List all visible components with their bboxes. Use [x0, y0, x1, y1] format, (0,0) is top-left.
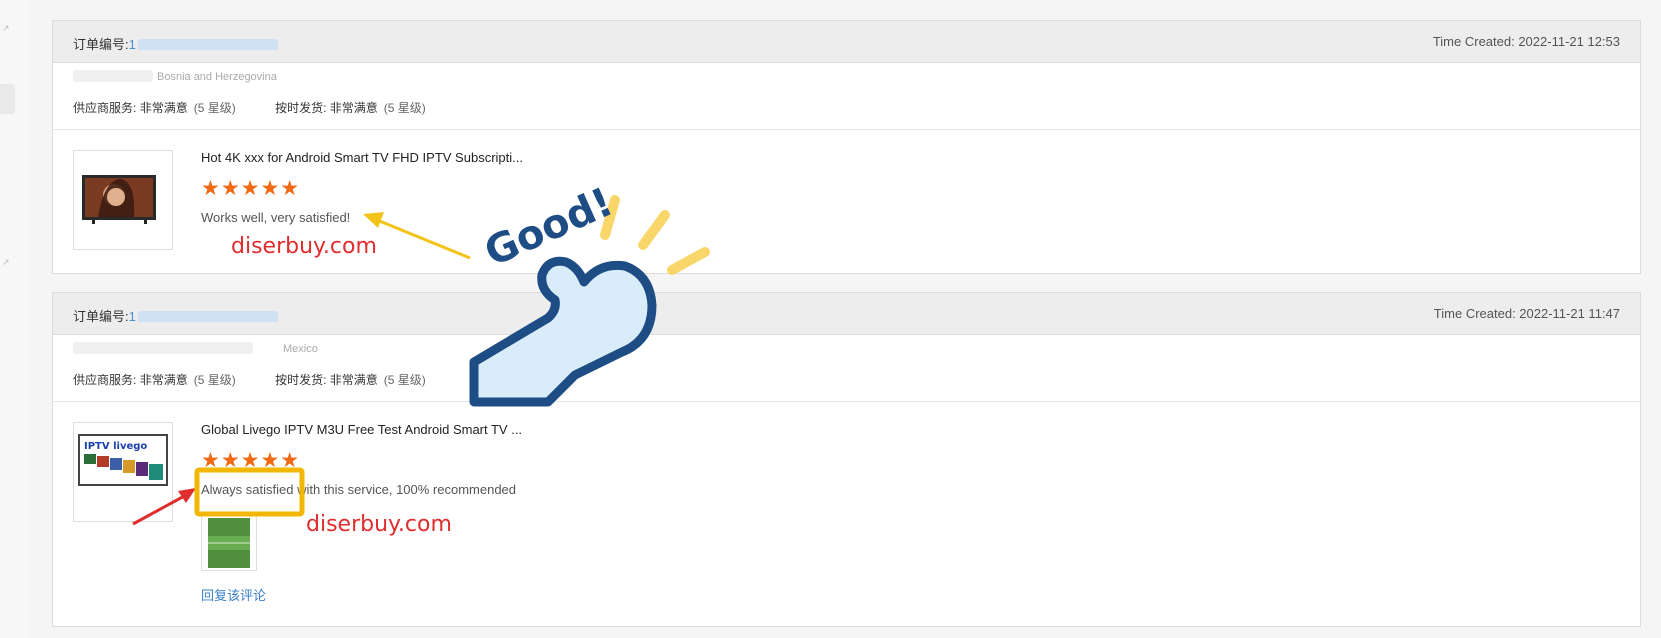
seller-ratings: 供应商服务: 非常满意 (5 星级) 按时发货: 非常满意 (5 星级) — [73, 99, 426, 116]
buyer-feedback-section: Bosnia and Herzegovina 供应商服务: 非常满意 (5 星级)… — [53, 63, 1640, 130]
supplier-service-stars: (5 星级) — [193, 101, 236, 115]
watermark: diserbuy.com — [306, 512, 452, 537]
thumb-brand-text: IPTV livego — [84, 441, 147, 452]
order-header: 订单编号:1 Time Created: 2022-11-21 11:47 — [53, 293, 1640, 335]
left-sidebar-strip: ↗ ↗ — [0, 0, 28, 638]
watermark: diserbuy.com — [231, 234, 377, 259]
product-thumbnail[interactable]: IPTV livego — [73, 422, 173, 522]
review-photo[interactable] — [201, 515, 257, 571]
on-time-value: 非常满意 — [329, 101, 378, 115]
order-number: 订单编号:1 — [73, 34, 278, 53]
order-number-redacted — [137, 39, 278, 50]
rating-stars: ★★★★★ — [201, 177, 301, 200]
product-title[interactable]: Global Livego IPTV M3U Free Test Android… — [201, 422, 522, 437]
buyer-name-redacted — [73, 70, 153, 82]
on-time-stars: (5 星级) — [383, 101, 426, 115]
tv-image — [82, 175, 156, 224]
on-time-stars: (5 星级) — [383, 373, 426, 387]
buyer-location: Bosnia and Herzegovina — [157, 71, 277, 83]
review-text: Always satisfied with this service, 100%… — [201, 482, 517, 497]
buyer-location: Mexico — [283, 343, 318, 355]
on-time-label: 按时发货: — [275, 101, 327, 115]
supplier-service-label: 供应商服务: — [73, 101, 137, 115]
order-card: 订单编号:1 Time Created: 2022-11-21 12:53 Bo… — [52, 20, 1641, 274]
rating-stars: ★★★★★ — [201, 449, 301, 472]
sidebar-arrow-icon[interactable]: ↗ — [2, 258, 10, 268]
product-title[interactable]: Hot 4K xxx for Android Smart TV FHD IPTV… — [201, 150, 523, 165]
on-time-label: 按时发货: — [275, 373, 327, 387]
supplier-service-value: 非常满意 — [139, 373, 188, 387]
supplier-service-stars: (5 星级) — [193, 373, 236, 387]
iptv-livego-image: IPTV livego — [78, 434, 168, 486]
time-created: Time Created: 2022-11-21 12:53 — [1432, 34, 1620, 49]
supplier-service-label: 供应商服务: — [73, 373, 137, 387]
buyer-feedback-section: Mexico 供应商服务: 非常满意 (5 星级) 按时发货: 非常满意 (5 星级… — [53, 335, 1640, 402]
buyer-name-redacted — [73, 342, 253, 354]
review-text: Works well, very satisfied! — [201, 210, 351, 225]
seller-ratings: 供应商服务: 非常满意 (5 星级) 按时发货: 非常满意 (5 星级) — [73, 371, 426, 388]
order-number-redacted — [137, 311, 278, 322]
football-pitch-image — [208, 518, 250, 568]
sidebar-tab[interactable] — [0, 84, 15, 114]
time-created: Time Created: 2022-11-21 11:47 — [1433, 306, 1620, 321]
order-number-label: 订单编号: — [73, 37, 129, 52]
order-number: 订单编号:1 — [73, 306, 278, 325]
order-header: 订单编号:1 Time Created: 2022-11-21 12:53 — [53, 21, 1640, 63]
reply-review-link[interactable]: 回复该评论 — [201, 585, 266, 604]
on-time-value: 非常满意 — [329, 373, 378, 387]
sidebar-arrow-icon[interactable]: ↗ — [2, 24, 10, 34]
order-number-value[interactable]: 1 — [129, 309, 136, 324]
order-number-label: 订单编号: — [73, 309, 129, 324]
product-thumbnail[interactable] — [73, 150, 173, 250]
order-card: 订单编号:1 Time Created: 2022-11-21 11:47 Me… — [52, 292, 1641, 627]
supplier-service-value: 非常满意 — [139, 101, 188, 115]
order-number-value[interactable]: 1 — [129, 37, 136, 52]
